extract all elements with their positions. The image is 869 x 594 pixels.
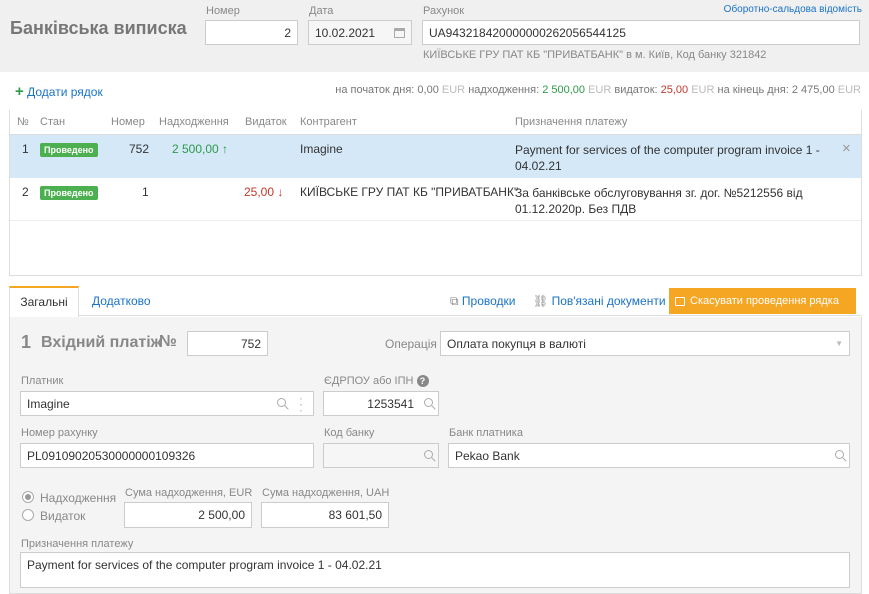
col-number: Номер	[111, 116, 145, 128]
link-icon: ⛓	[533, 294, 549, 308]
expense-amount: 25,00 ↓	[244, 185, 284, 199]
account-number-label: Номер рахунку	[21, 427, 98, 439]
payment-type-title: Вхідний платіж	[41, 334, 162, 351]
operation-label: Операція	[385, 337, 437, 351]
bank-code-input[interactable]	[323, 443, 439, 468]
more-icon[interactable]: · · ·	[299, 392, 303, 416]
sum-uah-label: Сума надходження, UAH	[262, 487, 390, 499]
sum-eur-input[interactable]: 2 500,00	[124, 502, 252, 528]
status-badge: Проведено	[40, 186, 98, 200]
purpose-label: Призначення платежу	[21, 538, 134, 550]
date-input[interactable]: 10.02.2021	[308, 20, 412, 45]
help-icon[interactable]: ?	[416, 375, 429, 387]
unlock-icon	[675, 296, 685, 306]
search-icon[interactable]	[277, 398, 286, 407]
search-icon[interactable]	[424, 398, 433, 407]
col-no: №	[17, 116, 29, 128]
radio-expense[interactable]	[22, 509, 34, 521]
account-label: Рахунок	[423, 5, 465, 17]
page-title: Банківська виписка	[10, 18, 187, 38]
edrpou-label: ЄДРПОУ або ІПН ?	[324, 375, 429, 387]
radio-income-label: Надходження	[40, 491, 117, 505]
payer-bank-label: Банк платника	[449, 427, 523, 439]
counterparty: Imagine	[300, 142, 343, 156]
account-bank-info: КИЇВСЬКЕ ГРУ ПАТ КБ "ПРИВАТБАНК" в м. Ки…	[423, 49, 767, 61]
col-purpose: Призначення платежу	[515, 116, 628, 128]
add-row-button[interactable]: + Додати рядок	[15, 83, 103, 100]
turnover-report-link[interactable]: Оборотно-сальдова відомість	[724, 4, 862, 15]
account-input[interactable]: UA943218420000000262056544125	[422, 20, 860, 45]
detail-row-number: 1	[21, 332, 32, 352]
payment-purpose: За банківське обслуговування зг. дог. №5…	[515, 186, 803, 216]
col-expense: Видаток	[245, 116, 287, 128]
operation-select[interactable]: Оплата покупця в валюті ▼	[440, 331, 850, 356]
doc-number: 752	[129, 142, 150, 156]
plus-icon: +	[15, 83, 24, 100]
search-icon[interactable]	[835, 450, 844, 459]
tab-general[interactable]: Загальні	[9, 286, 79, 317]
add-row-label: Додати рядок	[27, 85, 103, 99]
counterparty: КИЇВСЬКЕ ГРУ ПАТ КБ "ПРИВАТБАНК"	[300, 185, 519, 199]
edrpou-input[interactable]: 1253541	[323, 391, 439, 416]
table-row[interactable]: 1 Проведено 752 2 500,00 ↑ Imagine Payme…	[10, 135, 861, 178]
postings-button[interactable]: ⧉ Проводки	[450, 294, 516, 309]
search-icon[interactable]	[424, 450, 433, 459]
delete-row-icon[interactable]: ×	[842, 140, 851, 157]
number-value: 2	[284, 25, 291, 40]
col-income: Надходження	[159, 116, 229, 128]
payer-bank-input[interactable]: Pekao Bank	[448, 443, 850, 468]
chevron-down-icon[interactable]: ▼	[835, 339, 843, 348]
radio-expense-label: Видаток	[40, 509, 86, 523]
income-amount: 2 500,00 ↑	[172, 142, 229, 156]
payer-label: Платник	[21, 375, 64, 387]
date-label: Дата	[309, 5, 334, 17]
radio-income[interactable]	[22, 491, 34, 503]
tab-additional[interactable]: Додатково	[92, 294, 151, 308]
calendar-icon[interactable]	[394, 27, 405, 38]
status-badge: Проведено	[40, 143, 98, 157]
postings-icon: ⧉	[450, 294, 459, 308]
payer-input[interactable]: Imagine · · ·	[20, 391, 314, 416]
sum-uah-input[interactable]: 83 601,50	[261, 502, 389, 528]
bank-code-label: Код банку	[324, 427, 375, 439]
account-value: UA943218420000000262056544125	[429, 25, 626, 40]
number-label: Номер	[206, 5, 240, 17]
row-number: 1	[22, 142, 29, 156]
purpose-textarea[interactable]: Payment for services of the computer pro…	[20, 552, 850, 588]
related-documents-button[interactable]: ⛓ Пов'язані документи	[533, 294, 666, 308]
date-value: 10.02.2021	[315, 25, 376, 40]
col-counterparty: Контрагент	[300, 116, 357, 128]
payment-purpose: Payment for services of the computer pro…	[515, 143, 820, 173]
transactions-table: № Стан Номер Надходження Видаток Контраг…	[9, 110, 862, 276]
col-status: Стан	[40, 116, 66, 128]
doc-number: 1	[142, 185, 149, 199]
sum-eur-label: Сума надходження, EUR	[125, 487, 253, 499]
balance-summary: на початок дня: 0,00 EUR надходження: 2 …	[335, 84, 861, 96]
payment-number-input[interactable]: 752	[187, 331, 268, 356]
account-number-input[interactable]: PL09109020530000000109326	[20, 443, 314, 468]
number-input[interactable]: 2	[205, 20, 298, 45]
number-sign: №	[159, 333, 177, 350]
table-row[interactable]: 2 Проведено 1 25,00 ↓ КИЇВСЬКЕ ГРУ ПАТ К…	[10, 178, 861, 221]
table-header: № Стан Номер Надходження Видаток Контраг…	[10, 110, 861, 135]
cancel-posting-button[interactable]: Скасувати проведення рядка	[669, 288, 856, 314]
row-number: 2	[22, 185, 29, 199]
